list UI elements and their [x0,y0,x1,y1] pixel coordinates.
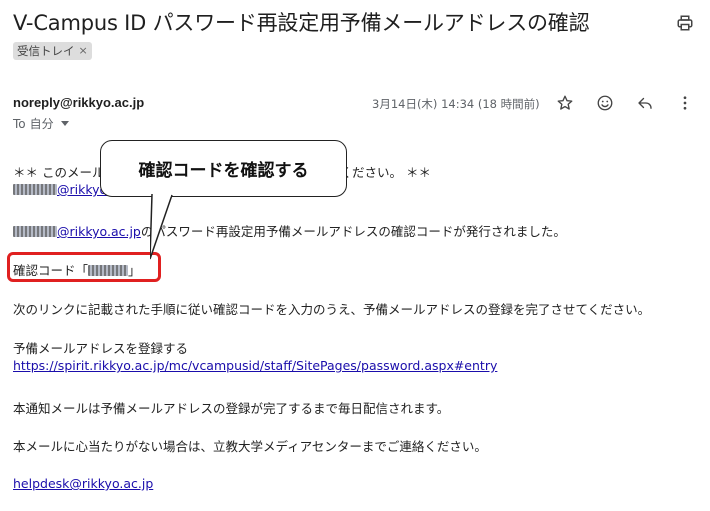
register-heading: 予備メールアドレスを登録する [13,341,189,356]
email-subject: V-Campus ID パスワード再設定用予備メールアドレスの確認 [13,11,590,35]
body-issued-line: @rikkyo.ac.jpのパスワード再設定用予備メールアドレスの確認コードが発… [13,221,566,240]
email-date: 3月14日(木) 14:34 (18 時間前) [372,97,540,111]
star-icon[interactable] [554,92,576,114]
callout-bubble: 確認コードを確認する [100,140,347,197]
label-chip-text: 受信トレイ [17,44,75,58]
emoji-icon[interactable] [594,92,616,114]
label-chip-inbox[interactable]: 受信トレイ × [13,42,92,60]
issued-text: のパスワード再設定用予備メールアドレスの確認コードが発行されました。 [140,224,566,239]
contact-line: 本メールに心当たりがない場合は、立教大学メディアセンターまでご連絡ください。 [13,439,487,454]
close-icon[interactable]: × [79,42,88,60]
instruction-line: 次のリンクに記載された手順に従い確認コードを入力のうえ、予備メールアドレスの登録… [13,302,651,317]
notice-line: 本通知メールは予備メールアドレスの登録が完了するまで毎日配信されます。 [13,401,450,416]
redacted-username [13,184,57,195]
helpdesk-link[interactable]: helpdesk@rikkyo.ac.jp [13,476,153,491]
recipient-name: 自分 [29,117,54,131]
print-icon-graphic [677,15,693,31]
more-vert-icon[interactable] [674,92,696,114]
callout-tail [150,193,173,260]
body-intro-start: ＊＊ このメール [13,165,105,180]
reply-icon[interactable] [634,92,656,114]
body-intro-end: ください。 ＊＊ [339,165,431,180]
register-link[interactable]: https://spirit.rikkyo.ac.jp/mc/vcampusid… [13,358,497,373]
print-icon[interactable] [674,12,696,34]
sender-address: noreply@rikkyo.ac.jp [13,95,145,110]
code-highlight-box [7,252,161,282]
redacted-username [13,226,57,237]
caret-down-icon[interactable] [60,121,69,126]
recipient-details-toggle[interactable]: To 自分 [13,115,69,132]
address-link[interactable]: @rikkyo.ac.jp [57,224,141,239]
recipient-prefix: To [13,116,26,131]
